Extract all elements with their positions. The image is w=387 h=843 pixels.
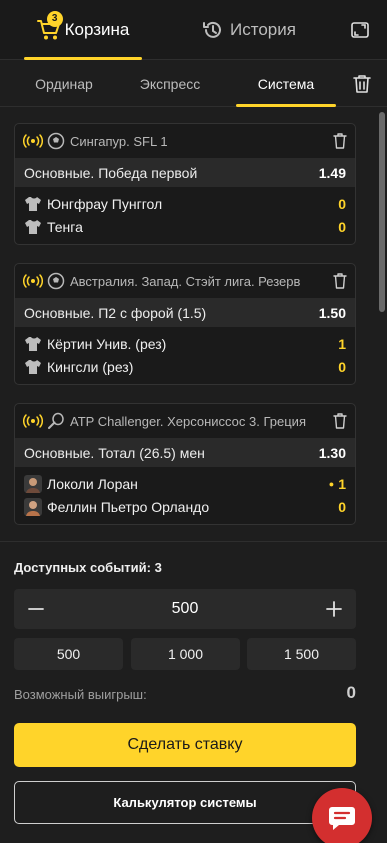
team-score: 0 <box>338 195 346 212</box>
system-calculator-button[interactable]: Калькулятор системы <box>14 781 356 824</box>
trash-icon <box>333 413 347 429</box>
bet-card: Сингапур. SFL 1 Основные. Победа первой … <box>14 123 356 245</box>
odd-value: 1.50 <box>318 304 346 321</box>
bet-slip-panel: Доступных событий: 3 500 500 1 000 1 500… <box>0 541 387 843</box>
player-avatar-icon <box>24 497 42 516</box>
tennis-icon <box>48 412 64 429</box>
team-row: Кёртин Унив. (рез) 1 <box>15 332 355 355</box>
market-name: Основные. Тотал (26.5) мен <box>24 444 205 461</box>
quick-amount-button[interactable]: 500 <box>14 638 123 670</box>
scrollbar[interactable] <box>379 112 385 312</box>
tab-history-label: История <box>230 19 296 39</box>
market-name: Основные. П2 с форой (1.5) <box>24 304 207 321</box>
player-name: Феллин Пьетро Орландо <box>47 498 210 515</box>
tab-cart-label: Корзина <box>64 19 130 39</box>
place-bet-button[interactable]: Сделать ставку <box>14 723 356 767</box>
possible-win-label: Возможный выигрыш: <box>14 687 147 702</box>
trash-icon <box>353 74 371 93</box>
bet-card-header: ATP Challenger. Херсониссос 3. Греция <box>15 404 355 438</box>
remove-bet-button[interactable] <box>323 412 347 430</box>
possible-win-value: 0 <box>346 683 356 702</box>
player-score: 1 <box>338 475 346 492</box>
expand-button[interactable] <box>332 0 387 60</box>
team-row: Кингсли (рез) 0 <box>15 355 355 378</box>
live-broadcast-icon <box>23 134 43 148</box>
remove-bet-button[interactable] <box>323 132 347 150</box>
tab-system-label: Система <box>257 75 315 92</box>
stake-stepper: 500 <box>14 589 356 629</box>
league-name: ATP Challenger. Херсониссос 3. Греция <box>70 413 306 429</box>
team-name: Юнгфрау Пунггол <box>47 195 163 212</box>
player-score: 0 <box>338 498 346 515</box>
live-broadcast-icon <box>23 414 43 428</box>
team-name: Тенга <box>47 218 83 235</box>
bet-type-tabs: Ординар Экспресс Система <box>0 61 387 107</box>
expand-icon <box>350 21 369 38</box>
team-row: Локоли Лоран ● 1 <box>15 472 355 495</box>
market-row: Основные. Победа первой 1.49 <box>15 158 355 187</box>
available-events-label: Доступных событий: 3 <box>14 560 162 575</box>
bet-card: ATP Challenger. Херсониссос 3. Греция Ос… <box>14 403 356 525</box>
trash-icon <box>333 133 347 149</box>
bet-card-header: Австралия. Запад. Стэйт лига. Резерв <box>15 264 355 298</box>
odd-value: 1.49 <box>318 164 346 181</box>
tab-express[interactable]: Экспресс <box>114 61 226 107</box>
tab-single[interactable]: Ординар <box>14 61 114 107</box>
football-icon <box>47 272 65 290</box>
quick-amount-button[interactable]: 1 500 <box>247 638 356 670</box>
market-row: Основные. П2 с форой (1.5) 1.50 <box>15 298 355 327</box>
serve-indicator: ● <box>328 478 335 489</box>
quick-amount-button[interactable]: 1 000 <box>131 638 240 670</box>
tab-single-label: Ординар <box>35 75 93 92</box>
jersey-icon <box>25 336 41 351</box>
jersey-icon <box>25 196 41 211</box>
tab-history[interactable]: История <box>166 0 332 60</box>
team-row: Юнгфрау Пунггол 0 <box>15 192 355 215</box>
decrease-stake-button[interactable] <box>14 589 58 629</box>
top-tabs: 3 Корзина История <box>0 0 387 60</box>
support-chat-button[interactable] <box>312 788 372 843</box>
league-name: Австралия. Запад. Стэйт лига. Резерв <box>70 273 301 289</box>
live-broadcast-icon <box>23 274 43 288</box>
plus-icon <box>326 601 342 617</box>
market-row: Основные. Тотал (26.5) мен 1.30 <box>15 438 355 467</box>
team-row: Феллин Пьетро Орландо 0 <box>15 495 355 518</box>
chat-icon <box>329 807 355 830</box>
jersey-icon <box>25 219 41 234</box>
football-icon <box>47 132 65 150</box>
remove-bet-button[interactable] <box>323 272 347 290</box>
tab-system[interactable]: Система <box>236 61 336 107</box>
team-name: Кёртин Унив. (рез) <box>47 335 167 352</box>
team-name: Кингсли (рез) <box>47 358 134 375</box>
team-row: Тенга 0 <box>15 215 355 238</box>
bet-card-header: Сингапур. SFL 1 <box>15 124 355 158</box>
tab-express-label: Экспресс <box>139 75 201 92</box>
odd-value: 1.30 <box>318 444 346 461</box>
bet-card: Австралия. Запад. Стэйт лига. Резерв Осн… <box>14 263 356 385</box>
jersey-icon <box>25 359 41 374</box>
player-name: Локоли Лоран <box>47 475 138 492</box>
cart-count-badge: 3 <box>46 10 63 27</box>
minus-icon <box>28 608 44 610</box>
tab-cart[interactable]: 3 Корзина <box>0 0 166 60</box>
increase-stake-button[interactable] <box>312 589 356 629</box>
clear-all-button[interactable] <box>337 61 387 107</box>
cart-icon: 3 <box>36 10 63 41</box>
team-score: 1 <box>338 335 346 352</box>
league-name: Сингапур. SFL 1 <box>70 133 168 149</box>
history-icon <box>203 21 222 38</box>
stake-input[interactable]: 500 <box>58 600 312 618</box>
player-avatar-icon <box>24 474 42 493</box>
team-score: 0 <box>338 218 346 235</box>
trash-icon <box>333 273 347 289</box>
market-name: Основные. Победа первой <box>24 164 198 181</box>
team-score: 0 <box>338 358 346 375</box>
